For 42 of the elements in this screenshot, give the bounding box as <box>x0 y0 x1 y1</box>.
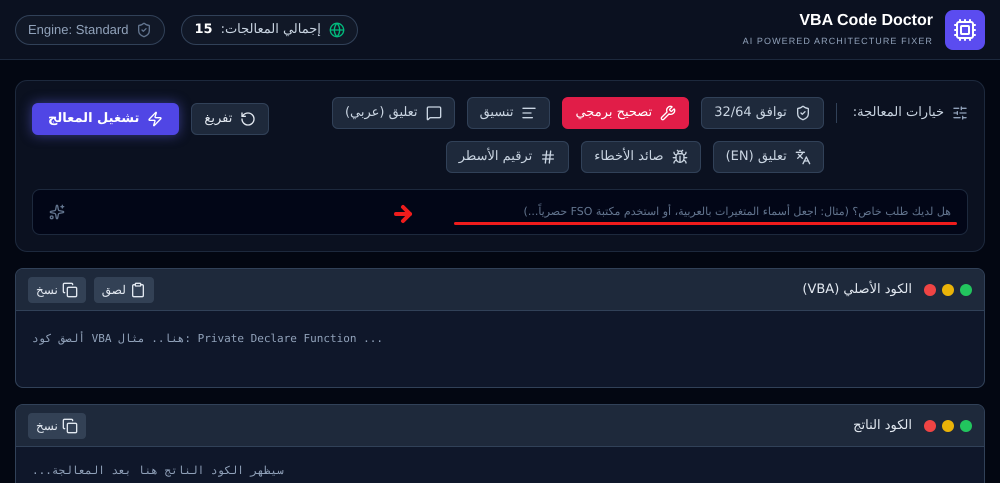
request-field[interactable]: هل لديك طلب خاص؟ (مثال: اجعل أسماء المتغيرات بالعربية، أو استخدم مكتبة FSO حصرياً...) <box>32 189 968 235</box>
lines-icon <box>521 105 538 121</box>
app-subtitle: AI POWERED ARCHITECTURE FIXER <box>742 34 933 48</box>
copy-button[interactable]: نسخ <box>28 412 86 438</box>
wrench-icon <box>660 105 676 121</box>
stats-label: إجمالي المعالجات: <box>220 20 321 39</box>
sparkles-icon <box>49 204 65 220</box>
bolt-icon <box>147 111 164 127</box>
code-editor[interactable]: ألصق كود VBA هنا.. مثال: Private Declare Function ... <box>16 311 984 387</box>
clear-button[interactable]: تفريغ <box>191 103 270 135</box>
arrow-icon <box>391 202 415 226</box>
sliders-icon <box>952 105 968 121</box>
reset-icon <box>240 111 256 127</box>
run-button[interactable]: تشغيل المعالج <box>32 103 180 135</box>
bug-icon <box>672 149 688 165</box>
option-toggle[interactable]: ترقيم الأسطر <box>446 141 570 173</box>
globe-icon <box>328 22 345 38</box>
option-toggle[interactable]: صائد الأخطاء <box>581 141 701 173</box>
copy-button[interactable]: نسخ <box>28 276 86 302</box>
options-label: خيارات المعالجة: <box>852 104 944 122</box>
shield-icon <box>794 105 811 121</box>
panel-title: الكود الأصلي (VBA) <box>802 280 912 299</box>
app-title: VBA Code Doctor <box>799 10 933 31</box>
engine-label: Engine: Standard <box>28 20 128 39</box>
paste-button[interactable]: لصق <box>94 276 154 302</box>
shield-icon <box>136 22 152 38</box>
placeholder-text: هل لديك طلب خاص؟ (مثال: اجعل أسماء المتغيرات بالعربية، أو استخدم مكتبة FSO حصرياً...) <box>524 204 951 220</box>
hash-icon <box>540 149 556 165</box>
code-editor[interactable]: ...سيظهر الكود الناتج هنا بعد المعالجة <box>16 447 984 483</box>
option-toggle[interactable]: تنسيق <box>466 97 550 129</box>
panel-title: الكود الناتج <box>853 416 912 435</box>
clipboard-icon <box>130 282 146 298</box>
translate-icon <box>794 149 811 165</box>
option-toggle[interactable]: تعليق (عربي) <box>332 97 455 129</box>
option-toggle[interactable]: توافق 32/64 <box>701 97 824 129</box>
option-toggle[interactable]: تصحيح برمجي <box>562 97 690 129</box>
logo-icon <box>945 10 985 50</box>
comment-icon <box>426 105 442 121</box>
stats-count: 15 <box>194 20 213 39</box>
copy-icon <box>62 282 78 298</box>
option-toggle[interactable]: تعليق (EN) <box>712 141 824 173</box>
copy-icon <box>62 418 78 434</box>
